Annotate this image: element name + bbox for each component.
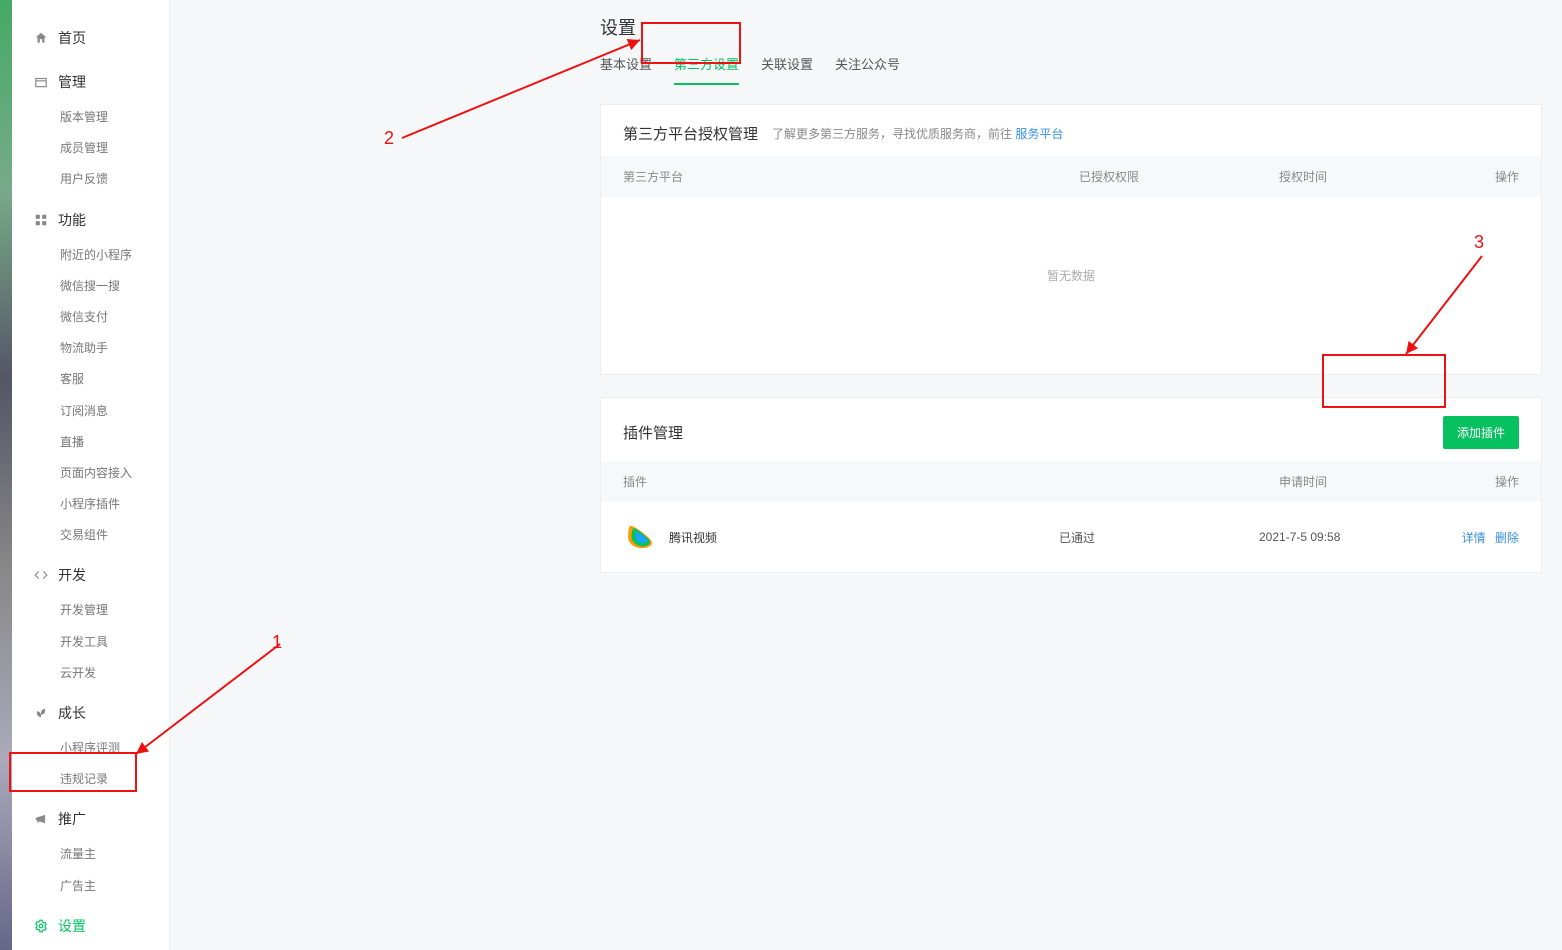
sidebar-sub-version[interactable]: 版本管理 bbox=[12, 102, 169, 133]
auth-card: 第三方平台授权管理 了解更多第三方服务，寻找优质服务商，前往 服务平台 第三方平… bbox=[600, 104, 1542, 375]
sidebar-label: 首页 bbox=[58, 28, 86, 48]
col-apply-time bbox=[1079, 473, 1279, 490]
tencent-video-icon bbox=[623, 520, 657, 554]
sidebar-sub-violation[interactable]: 违规记录 bbox=[12, 764, 169, 795]
sidebar-label: 功能 bbox=[58, 210, 86, 230]
add-plugin-button[interactable]: 添加插件 bbox=[1443, 416, 1519, 449]
sidebar-item-features[interactable]: 功能 bbox=[12, 200, 169, 240]
annotation-number-1: 1 bbox=[272, 632, 282, 653]
sidebar-sub-review[interactable]: 小程序评测 bbox=[12, 733, 169, 764]
plugin-row: 腾讯视频 已通过 2021-7-5 09:58 详情 删除 bbox=[601, 502, 1541, 572]
plugin-name: 腾讯视频 bbox=[669, 529, 717, 546]
decorative-edge bbox=[0, 0, 12, 950]
tab-thirdparty[interactable]: 第三方设置 bbox=[674, 48, 739, 85]
auth-subtitle: 了解更多第三方服务，寻找优质服务商，前往 服务平台 bbox=[772, 125, 1063, 142]
plugin-card: 插件管理 添加插件 插件 申请时间 操作 腾讯视频 已通过 2021-7-5 0… bbox=[600, 397, 1542, 573]
col-platform: 第三方平台 bbox=[623, 168, 1079, 185]
plugin-delete-link[interactable]: 删除 bbox=[1495, 531, 1519, 545]
sidebar-label: 设置 bbox=[58, 916, 86, 936]
sidebar-label: 管理 bbox=[58, 72, 86, 92]
sidebar-sub-logistics[interactable]: 物流助手 bbox=[12, 333, 169, 364]
tabs: 基本设置 第三方设置 关联设置 关注公众号 bbox=[600, 48, 1542, 86]
sidebar-sub-search[interactable]: 微信搜一搜 bbox=[12, 271, 169, 302]
sidebar-sub-pay[interactable]: 微信支付 bbox=[12, 302, 169, 333]
plugin-title: 插件管理 bbox=[623, 422, 683, 443]
sidebar-sub-cloud[interactable]: 云开发 bbox=[12, 658, 169, 689]
sidebar-sub-feedback[interactable]: 用户反馈 bbox=[12, 164, 169, 195]
sidebar-sub-nearby[interactable]: 附近的小程序 bbox=[12, 240, 169, 271]
sidebar-label: 成长 bbox=[58, 703, 86, 723]
megaphone-icon bbox=[34, 812, 48, 826]
sidebar-item-settings[interactable]: 设置 bbox=[12, 906, 169, 946]
sidebar-label: 开发 bbox=[58, 565, 86, 585]
plugin-table-head: 插件 申请时间 操作 bbox=[601, 461, 1541, 502]
col-plugin: 插件 bbox=[623, 473, 1079, 490]
sidebar-sub-trade[interactable]: 交易组件 bbox=[12, 520, 169, 551]
box-icon bbox=[34, 75, 48, 89]
sidebar-sub-pagecontent[interactable]: 页面内容接入 bbox=[12, 458, 169, 489]
page-title: 设置 bbox=[600, 0, 1542, 48]
home-icon bbox=[34, 31, 48, 45]
sidebar-sub-service[interactable]: 客服 bbox=[12, 364, 169, 395]
plugin-status: 已通过 bbox=[1059, 529, 1259, 546]
tab-follow[interactable]: 关注公众号 bbox=[835, 48, 900, 85]
col-apply-time-label: 申请时间 bbox=[1279, 473, 1459, 490]
service-platform-link[interactable]: 服务平台 bbox=[1015, 127, 1063, 141]
sidebar-sub-devmanage[interactable]: 开发管理 bbox=[12, 595, 169, 626]
sidebar-sub-advertiser[interactable]: 广告主 bbox=[12, 871, 169, 902]
sidebar-label: 推广 bbox=[58, 809, 86, 829]
annotation-number-2: 2 bbox=[384, 128, 394, 149]
col-perm: 已授权权限 bbox=[1079, 168, 1279, 185]
auth-title: 第三方平台授权管理 bbox=[623, 123, 758, 144]
sidebar-sub-traffic[interactable]: 流量主 bbox=[12, 839, 169, 870]
gear-icon bbox=[34, 919, 48, 933]
plugin-detail-link[interactable]: 详情 bbox=[1462, 531, 1486, 545]
sprout-icon bbox=[34, 706, 48, 720]
plugin-time: 2021-7-5 09:58 bbox=[1259, 530, 1439, 544]
col-time: 授权时间 bbox=[1279, 168, 1459, 185]
sidebar-sub-plugin[interactable]: 小程序插件 bbox=[12, 489, 169, 520]
sidebar-item-develop[interactable]: 开发 bbox=[12, 555, 169, 595]
code-icon bbox=[34, 568, 48, 582]
tab-relation[interactable]: 关联设置 bbox=[761, 48, 813, 85]
col-plugin-action: 操作 bbox=[1459, 473, 1519, 490]
tab-basic[interactable]: 基本设置 bbox=[600, 48, 652, 85]
sidebar-item-promote[interactable]: 推广 bbox=[12, 799, 169, 839]
sidebar-sub-members[interactable]: 成员管理 bbox=[12, 133, 169, 164]
sidebar-item-manage[interactable]: 管理 bbox=[12, 62, 169, 102]
auth-table-head: 第三方平台 已授权权限 授权时间 操作 bbox=[601, 156, 1541, 197]
auth-empty: 暂无数据 bbox=[601, 197, 1541, 374]
sidebar-sub-devtools[interactable]: 开发工具 bbox=[12, 627, 169, 658]
sidebar-item-growth[interactable]: 成长 bbox=[12, 693, 169, 733]
sidebar-item-home[interactable]: 首页 bbox=[12, 18, 169, 58]
col-action: 操作 bbox=[1459, 168, 1519, 185]
sidebar-sub-subscribe[interactable]: 订阅消息 bbox=[12, 396, 169, 427]
main-content: 设置 基本设置 第三方设置 关联设置 关注公众号 第三方平台授权管理 了解更多第… bbox=[170, 0, 1562, 950]
sidebar: 首页 管理 版本管理 成员管理 用户反馈 功能 附近的小程序 微信搜一搜 微信支… bbox=[12, 0, 170, 950]
sidebar-sub-live[interactable]: 直播 bbox=[12, 427, 169, 458]
grid-icon bbox=[34, 213, 48, 227]
annotation-number-3: 3 bbox=[1474, 232, 1484, 253]
